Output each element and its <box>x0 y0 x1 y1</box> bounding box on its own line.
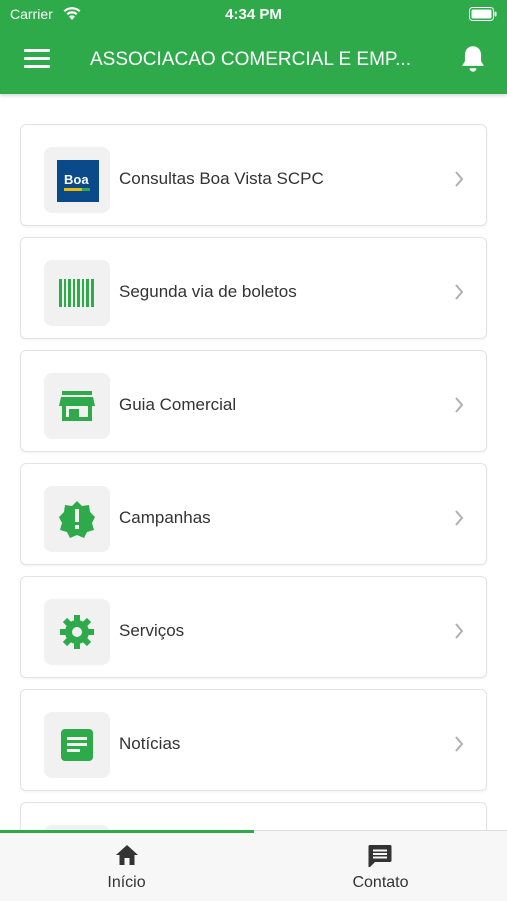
alert-badge-icon <box>59 501 95 538</box>
store-icon <box>59 391 95 421</box>
icon-container <box>44 486 110 552</box>
logo-text: Boa <box>64 172 89 187</box>
gear-icon <box>60 615 94 649</box>
chevron-right-icon <box>455 510 464 526</box>
menu-item-servicos[interactable]: Serviços <box>20 576 487 678</box>
chevron-right-icon <box>455 171 464 187</box>
icon-container <box>44 599 110 665</box>
app-bar: ASSOCIACAO COMERCIAL E EMP... <box>0 28 507 94</box>
status-bar: Carrier 4:34 PM <box>0 0 507 28</box>
menu-list: Boa Consultas Boa Vista SCPC Segunda via… <box>20 124 487 853</box>
menu-item-label: Segunda via de boletos <box>119 282 297 301</box>
menu-item-guia-comercial[interactable]: Guia Comercial <box>20 350 487 452</box>
chevron-right-icon <box>455 397 464 413</box>
home-icon <box>116 845 138 865</box>
chat-icon <box>368 845 392 867</box>
bell-icon[interactable] <box>459 44 487 74</box>
app-title: ASSOCIACAO COMERCIAL E EMP... <box>90 49 411 70</box>
menu-item-consultas-boa-vista[interactable]: Boa Consultas Boa Vista SCPC <box>20 124 487 226</box>
menu-item-label: Notícias <box>119 734 181 753</box>
chevron-right-icon <box>455 284 464 300</box>
tab-contato[interactable]: Contato <box>254 831 507 901</box>
boa-vista-logo: Boa <box>57 160 99 202</box>
chevron-right-icon <box>455 623 464 639</box>
menu-item-noticias[interactable]: Notícias <box>20 689 487 791</box>
menu-item-label: Serviços <box>119 621 185 640</box>
tab-label: Início <box>107 874 146 891</box>
chevron-right-icon <box>455 736 464 752</box>
menu-button[interactable] <box>24 49 50 71</box>
tab-bar: Início Contato <box>0 830 507 901</box>
menu-item-label: Guia Comercial <box>119 395 237 414</box>
icon-container <box>44 712 110 778</box>
icon-container <box>44 373 110 439</box>
menu-item-campanhas[interactable]: Campanhas <box>20 463 487 565</box>
article-icon <box>61 729 93 761</box>
menu-item-segunda-via-boletos[interactable]: Segunda via de boletos <box>20 237 487 339</box>
menu-item-label: Consultas Boa Vista SCPC <box>119 169 324 188</box>
tab-inicio[interactable]: Início <box>0 831 253 901</box>
icon-container <box>44 260 110 326</box>
tab-label: Contato <box>352 874 409 891</box>
barcode-icon <box>59 279 94 307</box>
battery-icon <box>469 7 497 21</box>
clock: 4:34 PM <box>225 6 282 23</box>
menu-item-label: Campanhas <box>119 508 211 527</box>
icon-container: Boa <box>44 147 110 213</box>
